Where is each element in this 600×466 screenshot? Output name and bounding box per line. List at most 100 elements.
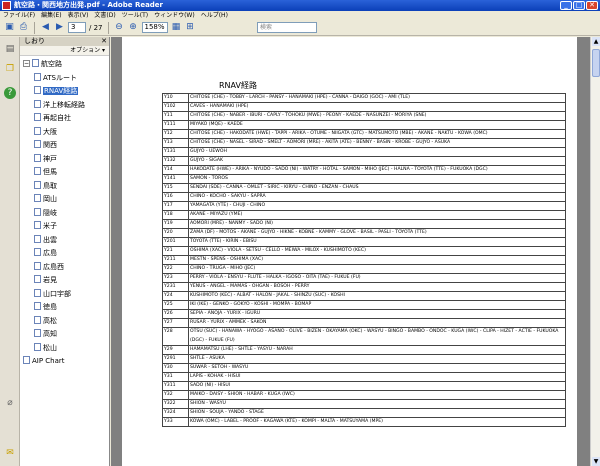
minimize-button[interactable]: _ — [560, 1, 572, 10]
bookmark-item[interactable]: 米子 — [20, 220, 109, 234]
comments-icon[interactable]: ✉ — [4, 447, 16, 459]
bookmark-item[interactable]: 再起自社 — [20, 112, 109, 126]
menu-item[interactable]: ツール(T) — [119, 11, 151, 20]
table-row: Y30 SUWAR - SETOH - WASYU — [162, 363, 566, 374]
bookmark-item[interactable]: 高知 — [20, 328, 109, 342]
menu-item[interactable]: ファイル(F) — [0, 11, 38, 20]
route-id-cell: Y11 — [162, 111, 189, 121]
page-number-input[interactable]: 3 — [68, 22, 86, 33]
bookmark-item[interactable]: 徳島 — [20, 301, 109, 315]
menu-item[interactable]: 編集(E) — [38, 11, 64, 20]
route-path-cell: MAIKO - DAISY - SHION - HABAR - KUGA (IW… — [188, 390, 566, 401]
bookmark-item[interactable]: 岩見 — [20, 274, 109, 288]
bookmark-icon — [32, 59, 39, 67]
next-page-icon[interactable]: ▶ — [54, 22, 65, 33]
route-path-cell: KUSHIMOTO (KEC) - ALBAT - HALON - JAKAL … — [188, 291, 566, 301]
bookmark-label: 松山 — [43, 343, 57, 352]
table-row: Y23 PERRY - VIOLA - ENSYU - FLUTE - HALKA… — [162, 273, 566, 283]
route-id-cell: Y30 — [162, 363, 189, 374]
document-viewer[interactable]: RNAV経路 Y10 CHITOSE (CHE) - TOBBY - LARCH … — [111, 37, 590, 466]
bookmark-item[interactable]: 高松 — [20, 315, 109, 329]
table-row: Y21 OSHIMA (XAC) - VIOLA - SETSU - CELLO … — [162, 246, 566, 256]
bookmark-item[interactable]: 山口宇部 — [20, 288, 109, 302]
bookmark-label: 洋上移転経路 — [43, 100, 85, 109]
route-path-cell: GUJYO - UEWOH — [188, 147, 566, 157]
fit-width-icon[interactable]: ⊞ — [185, 22, 196, 33]
route-path-cell: SAMON - TOROS — [188, 174, 566, 184]
bookmark-item[interactable]: 広島西 — [20, 261, 109, 275]
bookmark-options-button[interactable]: オプション ▾ — [20, 46, 109, 56]
vertical-scrollbar[interactable]: ▲ ▼ — [590, 37, 600, 466]
maximize-button[interactable]: □ — [573, 1, 585, 10]
previous-page-icon[interactable]: ◀ — [40, 22, 51, 33]
bookmark-item[interactable]: 洋上移転経路 — [20, 99, 109, 113]
bookmark-icon — [34, 234, 41, 243]
route-id-cell: Y24 — [162, 291, 189, 301]
table-row: Y291 SHTLE - ASUKA — [162, 354, 566, 365]
bookmarks-icon[interactable]: ❐ — [4, 63, 16, 75]
route-id-cell: Y15 — [162, 183, 189, 193]
attachments-icon[interactable]: ⌀ — [4, 397, 16, 409]
bookmark-tree: − 航空路 ATSルート RNAV経路 洋上移転経路 再起自社大阪 関西 神戸 但馬鳥取 岡山隠… — [20, 56, 109, 369]
menu-item[interactable]: 文書(D) — [91, 11, 118, 20]
bookmark-item[interactable]: 大阪 — [20, 126, 109, 140]
route-path-cell: CHITOSE (CHE) - NABER - IBURI - CAPLY - … — [188, 111, 566, 121]
route-id-cell: Y322 — [162, 399, 189, 410]
save-icon[interactable]: ▣ — [4, 22, 15, 33]
bookmark-label: 航空路 — [41, 60, 62, 68]
bookmark-icon — [34, 288, 41, 297]
zoom-out-icon[interactable]: ⊖ — [114, 22, 125, 33]
menu-item[interactable]: 表示(V) — [65, 11, 92, 20]
bookmark-icon — [34, 329, 41, 337]
bookmark-root[interactable]: − 航空路 — [20, 58, 109, 72]
bookmark-item[interactable]: RNAV経路 — [20, 85, 109, 99]
scroll-up-icon[interactable]: ▲ — [592, 37, 600, 46]
bookmark-item[interactable]: 鳥取 — [20, 180, 109, 194]
bookmark-icon — [34, 221, 41, 229]
adobe-reader-icon — [2, 1, 11, 10]
zoom-level-select[interactable]: 158% — [141, 22, 168, 33]
table-row: Y17 YAMAGATA (YTE) - CHUJI - CHINO — [162, 201, 566, 211]
bookmark-label: 高知 — [43, 330, 57, 338]
pages-icon[interactable]: ▤ — [4, 43, 16, 55]
route-path-cell: OSHIMA (XAC) - VIOLA - SETSU - CELLO - M… — [188, 246, 566, 256]
bookmark-label: 再起自社 — [43, 114, 71, 122]
scrollbar-thumb[interactable] — [592, 49, 600, 77]
bookmark-item[interactable]: 隠岐 — [20, 207, 109, 221]
close-panel-icon[interactable]: ✕ — [101, 37, 107, 46]
menu-item[interactable]: ヘルプ(H) — [198, 11, 231, 20]
menu-item[interactable]: ウィンドウ(W) — [151, 11, 198, 20]
bookmark-item[interactable]: 広島 — [20, 247, 109, 261]
bookmark-label: 米子 — [43, 222, 57, 230]
route-id-cell: Y27 — [162, 318, 189, 328]
bookmark-icon — [34, 248, 41, 256]
bookmark-item[interactable]: 松山 — [20, 342, 109, 356]
collapse-icon[interactable]: − — [23, 59, 30, 67]
close-button[interactable]: ✕ — [586, 1, 598, 10]
help-icon[interactable]: ? — [4, 87, 16, 99]
table-row: Y31 LAPIS - KOHAK - HISUI — [162, 372, 566, 383]
scroll-down-icon[interactable]: ▼ — [592, 457, 600, 466]
bookmarks-panel: しおり ✕ オプション ▾ − 航空路 ATSルート RNAV経路 洋上移転経路 再起自… — [20, 37, 110, 466]
route-id-cell: Y33 — [162, 417, 189, 428]
search-input[interactable]: 検索 — [257, 22, 317, 33]
pdf-page: RNAV経路 Y10 CHITOSE (CHE) - TOBBY - LARCH … — [122, 37, 577, 466]
bookmark-item[interactable]: 出雲 — [20, 234, 109, 248]
bookmark-icon — [34, 72, 41, 81]
bookmark-icon — [34, 140, 41, 148]
bookmark-item[interactable]: ATSルート — [20, 72, 109, 86]
route-path-cell: RUSAR - YURIX - AMMEK - SAKON — [188, 318, 566, 328]
table-row: Y28 OTSU (SUC) - HANAWA - HYOGO - ASANO -… — [162, 326, 566, 347]
zoom-in-icon[interactable]: ⊕ — [128, 22, 139, 33]
fit-page-icon[interactable]: ▦ — [171, 22, 182, 33]
route-path-cell: SHION - SOUJA - YANDO - STAGE — [188, 408, 566, 419]
print-icon[interactable]: ⎙ — [18, 22, 29, 33]
bookmark-aip-chart[interactable]: AIP Chart — [20, 355, 109, 369]
bookmark-item[interactable]: 神戸 — [20, 153, 109, 167]
bookmark-label: 但馬 — [43, 168, 57, 176]
table-row: Y20 ZAMA (DF) - MOTOS - AKANE - GUJYO - H… — [162, 228, 566, 238]
bookmark-item[interactable]: 但馬 — [20, 166, 109, 180]
bookmark-item[interactable]: 関西 — [20, 139, 109, 153]
bookmark-icon — [34, 302, 41, 310]
bookmark-item[interactable]: 岡山 — [20, 193, 109, 207]
